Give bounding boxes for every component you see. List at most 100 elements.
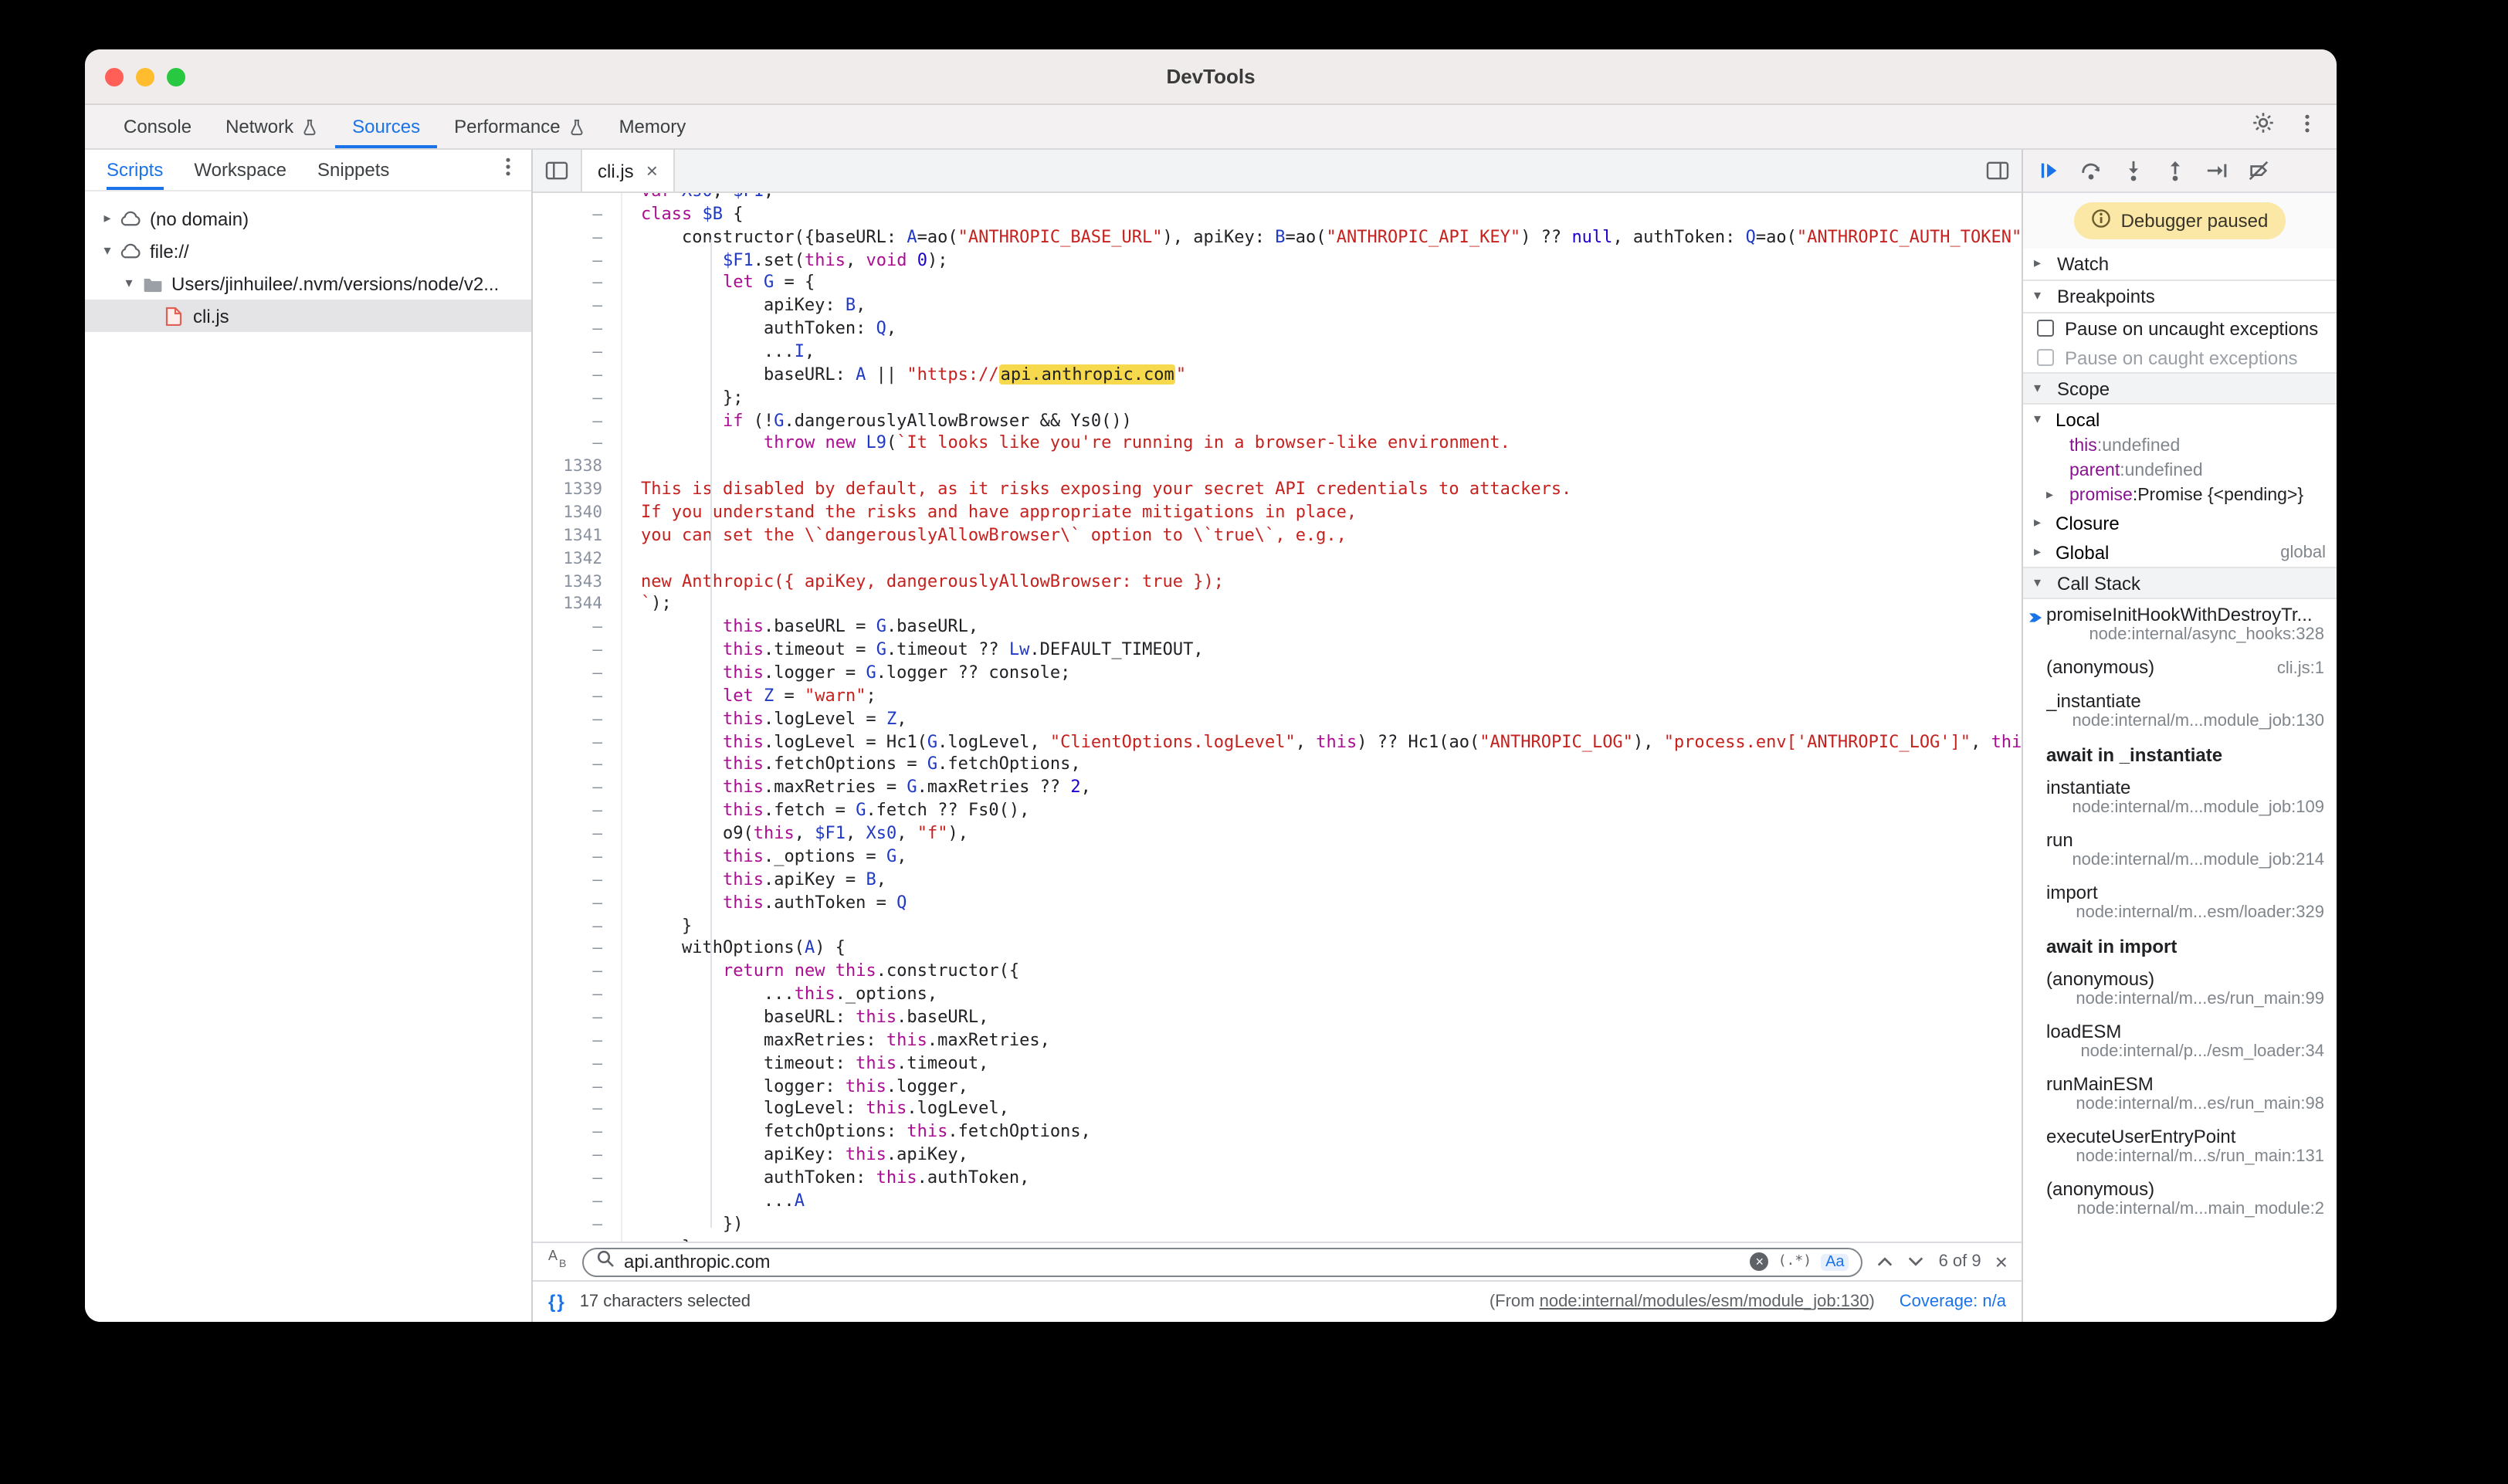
line-gutter[interactable]: – xyxy=(533,1213,622,1236)
step-icon[interactable] xyxy=(2205,159,2228,182)
chevron-down-icon[interactable]: ▾ xyxy=(2034,575,2049,591)
checkbox[interactable] xyxy=(2037,320,2054,337)
coverage-link[interactable]: Coverage: n/a xyxy=(1900,1293,2006,1311)
line-gutter[interactable]: 1342 xyxy=(533,548,622,571)
section-breakpoints[interactable]: ▾ Breakpoints xyxy=(2023,281,2337,313)
line-gutter[interactable]: – xyxy=(533,846,622,869)
line-gutter[interactable]: – xyxy=(533,1167,622,1191)
tab-sources[interactable]: Sources xyxy=(335,105,437,148)
line-gutter[interactable]: – xyxy=(533,754,622,778)
line-gutter[interactable]: 1340 xyxy=(533,502,622,525)
call-stack-frame-anonymous[interactable]: (anonymous)node:internal/m...main_module… xyxy=(2023,1174,2337,1226)
clear-search-icon[interactable]: × xyxy=(1751,1252,1769,1271)
close-window-button[interactable] xyxy=(105,68,124,86)
section-scope[interactable]: ▾ Scope xyxy=(2023,372,2337,405)
line-gutter[interactable]: – xyxy=(533,984,622,1007)
line-gutter[interactable]: – xyxy=(533,1076,622,1099)
line-gutter[interactable]: 1341 xyxy=(533,525,622,548)
regex-toggle-icon[interactable]: (.*) xyxy=(1778,1254,1812,1269)
call-stack-frame-executeuserentrypoint[interactable]: executeUserEntryPointnode:internal/m...s… xyxy=(2023,1121,2337,1174)
tree-item-no-domain[interactable]: ▸(no domain) xyxy=(85,202,531,235)
pretty-print-button[interactable]: {} xyxy=(548,1291,566,1313)
call-stack-frame-instantiate[interactable]: instantiatenode:internal/m...module_job:… xyxy=(2023,772,2337,825)
source-origin-link[interactable]: node:internal/modules/esm/module_job:130 xyxy=(1540,1293,1869,1311)
line-gutter[interactable]: – xyxy=(533,892,622,915)
scope-variable-parent[interactable]: parent: undefined xyxy=(2023,459,2337,483)
chevron-right-icon[interactable]: ▸ xyxy=(2034,256,2049,272)
line-gutter[interactable]: – xyxy=(533,800,622,823)
step-out-icon[interactable] xyxy=(2164,159,2187,182)
tree-item-cli-js[interactable]: cli.js xyxy=(85,300,531,332)
line-gutter[interactable]: 1343 xyxy=(533,571,622,594)
chevron-right-icon[interactable]: ▸ xyxy=(2046,488,2062,503)
search-input[interactable] xyxy=(624,1251,1741,1272)
line-gutter[interactable]: – xyxy=(533,1099,622,1122)
tab-console[interactable]: Console xyxy=(107,105,208,148)
chevron-right-icon[interactable]: ▸ xyxy=(2034,515,2049,530)
call-stack-frame-import[interactable]: importnode:internal/m...esm/loader:329 xyxy=(2023,877,2337,930)
scope-group-global[interactable]: ▸Globalglobal xyxy=(2023,537,2337,567)
line-gutter[interactable]: – xyxy=(533,869,622,893)
chevron-right-icon[interactable]: ▸ xyxy=(2034,544,2049,560)
line-gutter[interactable]: – xyxy=(533,731,622,754)
previous-match-icon[interactable] xyxy=(1877,1248,1894,1276)
line-gutter[interactable]: – xyxy=(533,1007,622,1030)
line-gutter[interactable]: – xyxy=(533,1144,622,1167)
line-gutter[interactable]: – xyxy=(533,387,622,410)
navigator-tab-workspace[interactable]: Workspace xyxy=(194,150,286,190)
scope-group-closure[interactable]: ▸Closure xyxy=(2023,508,2337,537)
minimize-window-button[interactable] xyxy=(136,68,154,86)
line-gutter[interactable]: – xyxy=(533,778,622,801)
line-gutter[interactable]: – xyxy=(533,433,622,456)
close-search-icon[interactable]: × xyxy=(1995,1251,2008,1272)
chevron-down-icon[interactable]: ▾ xyxy=(97,243,117,259)
toggle-debugger-sidebar-icon[interactable] xyxy=(1974,161,2022,181)
next-match-icon[interactable] xyxy=(1908,1248,1925,1276)
line-gutter[interactable]: – xyxy=(533,341,622,364)
line-gutter[interactable]: – xyxy=(533,296,622,319)
line-gutter[interactable]: – xyxy=(533,410,622,433)
line-gutter[interactable]: – xyxy=(533,193,622,204)
line-gutter[interactable]: – xyxy=(533,915,622,938)
scope-group-local[interactable]: ▾Local xyxy=(2023,405,2337,434)
navigator-tab-snippets[interactable]: Snippets xyxy=(317,150,389,190)
chevron-down-icon[interactable]: ▾ xyxy=(2034,412,2049,427)
deactivate-breakpoints-icon[interactable] xyxy=(2247,159,2270,182)
line-gutter[interactable]: 1338 xyxy=(533,456,622,479)
tab-performance[interactable]: Performance xyxy=(437,105,602,148)
editor-tab-clijs[interactable]: cli.js × xyxy=(581,150,675,191)
scope-variable-this[interactable]: this: undefined xyxy=(2023,434,2337,459)
line-gutter[interactable]: 1339 xyxy=(533,479,622,502)
chevron-right-icon[interactable]: ▸ xyxy=(97,211,117,226)
checkbox[interactable] xyxy=(2037,349,2054,366)
call-stack-frame-anonymous[interactable]: (anonymous)cli.js:1 xyxy=(2023,652,2337,686)
line-gutter[interactable]: – xyxy=(533,204,622,227)
line-gutter[interactable]: – xyxy=(533,1236,622,1242)
chevron-down-icon[interactable]: ▾ xyxy=(2034,381,2049,396)
step-into-icon[interactable] xyxy=(2122,159,2145,182)
more-options-icon[interactable] xyxy=(2296,112,2318,141)
line-gutter[interactable]: – xyxy=(533,1121,622,1144)
resume-icon[interactable] xyxy=(2037,159,2060,182)
line-gutter[interactable]: 1344 xyxy=(533,594,622,617)
line-gutter[interactable]: – xyxy=(533,823,622,846)
line-gutter[interactable]: – xyxy=(533,273,622,296)
line-gutter[interactable]: – xyxy=(533,662,622,686)
line-gutter[interactable]: – xyxy=(533,318,622,341)
more-options-icon[interactable] xyxy=(497,155,519,185)
close-tab-icon[interactable]: × xyxy=(646,159,658,182)
line-gutter[interactable]: – xyxy=(533,686,622,709)
tab-memory[interactable]: Memory xyxy=(602,105,703,148)
call-stack-frame-loadesm[interactable]: loadESMnode:internal/p.../esm_loader:34 xyxy=(2023,1016,2337,1069)
search-scope-icon[interactable]: AB xyxy=(547,1248,568,1276)
chevron-down-icon[interactable]: ▾ xyxy=(2034,289,2049,304)
line-gutter[interactable]: – xyxy=(533,617,622,640)
tree-item-file[interactable]: ▾file:// xyxy=(85,235,531,267)
match-case-toggle-icon[interactable]: Aa xyxy=(1821,1253,1849,1270)
line-gutter[interactable]: – xyxy=(533,1052,622,1076)
navigator-tab-scripts[interactable]: Scripts xyxy=(107,150,163,190)
call-stack-frame-instantiate[interactable]: _instantiatenode:internal/m...module_job… xyxy=(2023,686,2337,738)
scope-variable-promise[interactable]: ▸promise: Promise {<pending>} xyxy=(2023,483,2337,508)
line-gutter[interactable]: – xyxy=(533,709,622,732)
tab-network[interactable]: Network xyxy=(208,105,335,148)
